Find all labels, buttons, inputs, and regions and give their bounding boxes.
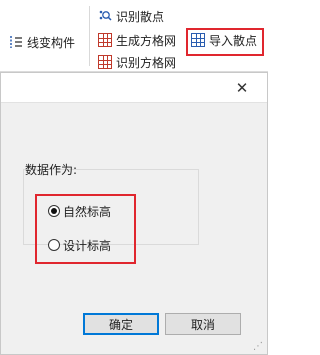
close-icon[interactable]: ✕	[219, 77, 265, 99]
identify-grid-icon	[98, 55, 112, 69]
line-component-button[interactable]: 线变构件	[9, 33, 75, 51]
dialog-titlebar: ✕	[1, 73, 267, 103]
ribbon-toolbar: 线变构件 识别散点 生成方格网 导入散点 识别方格网	[0, 0, 268, 72]
generate-grid-icon	[98, 33, 112, 47]
cancel-button[interactable]: 取消	[165, 313, 241, 335]
import-scatter-dialog: ✕ 数据作为: 自然标高 设计标高 确定 取消 ⋰	[0, 72, 268, 355]
identify-scatter-icon	[98, 9, 112, 23]
generate-grid-label: 生成方格网	[116, 33, 177, 48]
ribbon-separator	[89, 6, 90, 66]
identify-scatter-button[interactable]: 识别散点	[98, 7, 164, 25]
line-component-icon	[9, 35, 23, 49]
data-as-label: 数据作为:	[25, 163, 78, 177]
identify-grid-label: 识别方格网	[116, 55, 177, 70]
radio-options-highlight	[35, 194, 136, 264]
ok-button[interactable]: 确定	[83, 313, 159, 335]
resize-grip-icon[interactable]: ⋰	[253, 341, 265, 353]
identify-grid-button[interactable]: 识别方格网	[98, 53, 176, 71]
import-scatter-highlight	[186, 28, 264, 56]
line-component-label: 线变构件	[27, 35, 76, 50]
identify-scatter-label: 识别散点	[116, 9, 165, 24]
generate-grid-button[interactable]: 生成方格网	[98, 31, 176, 49]
